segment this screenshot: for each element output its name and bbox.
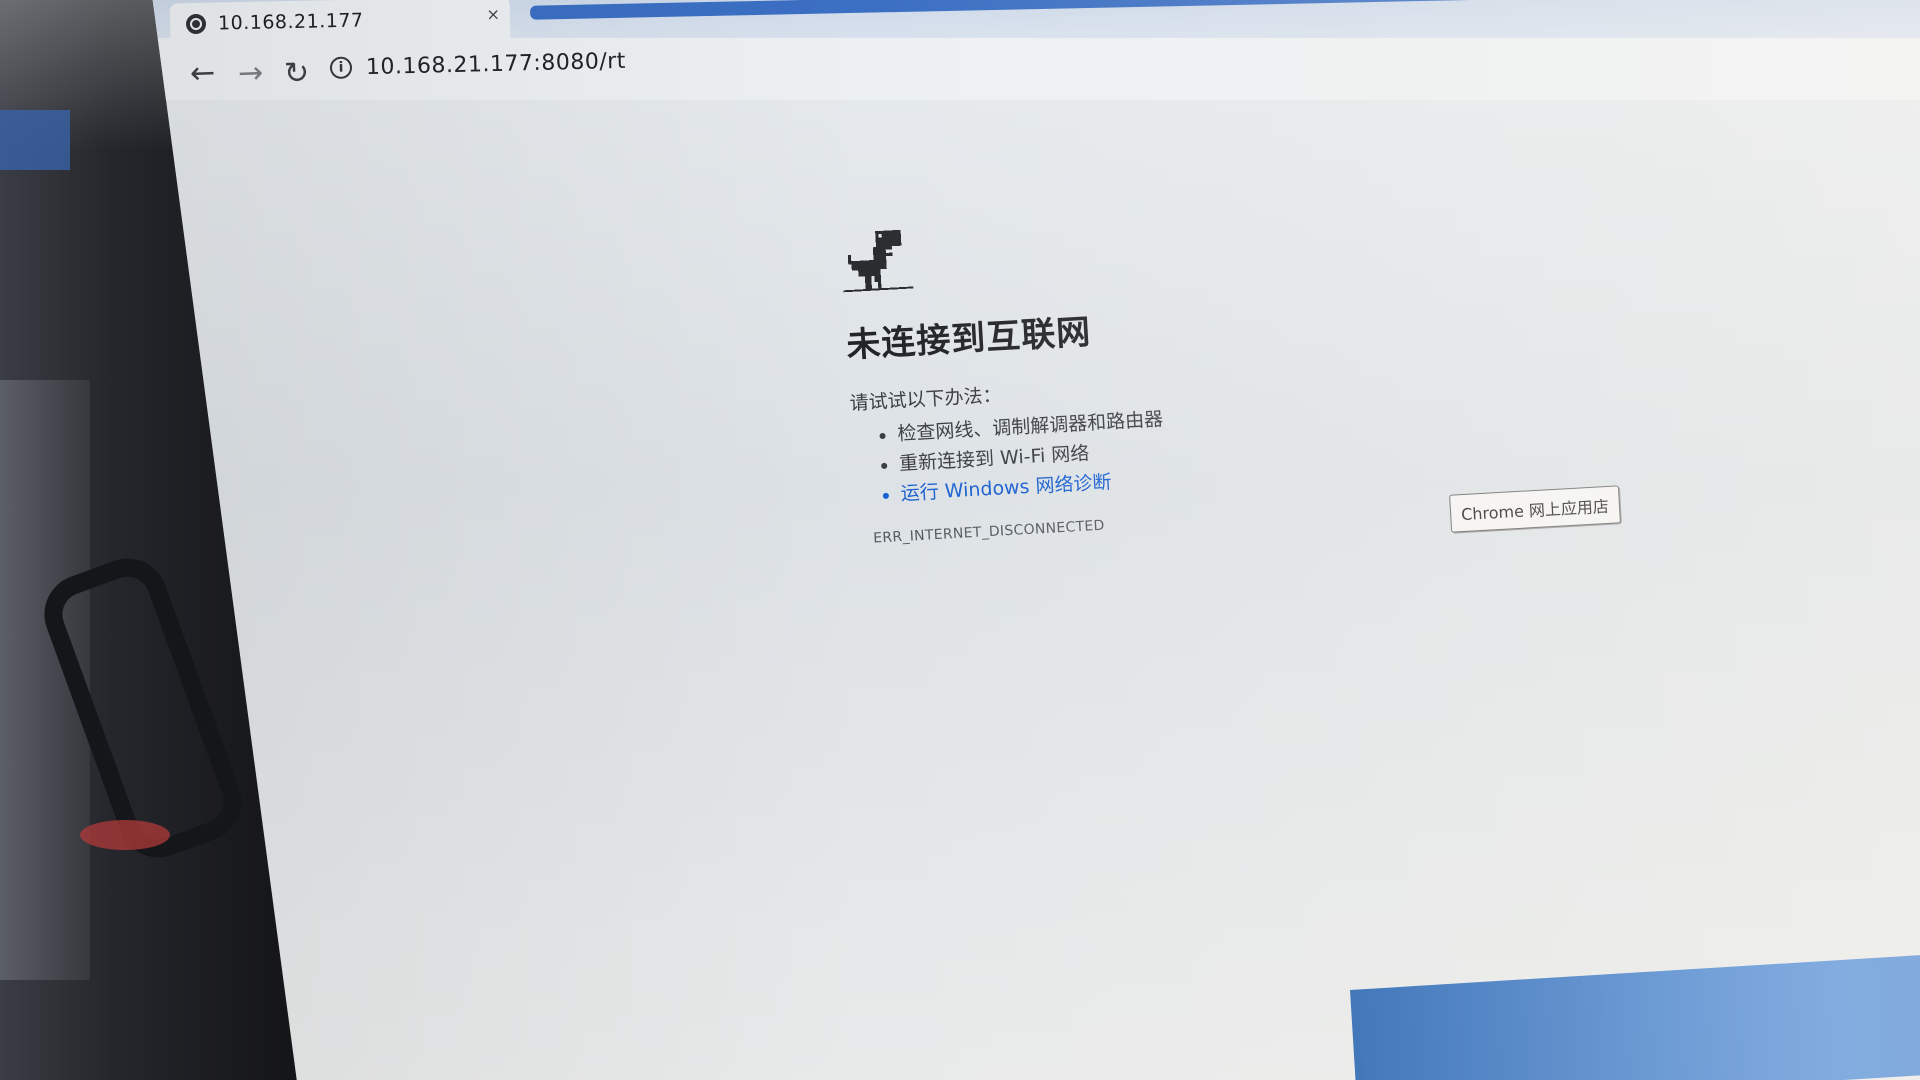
globe-icon [185,13,207,35]
tab-title: 10.168.21.177 [217,9,364,35]
background-object [80,820,170,850]
dinosaur-icon [843,229,914,293]
background-object [0,110,70,170]
monitor-screen: 10.168.21.177 × ← → ↻ i 10.168.21.177:80… [150,0,1920,1080]
photo-scene: 10.168.21.177 × ← → ↻ i 10.168.21.177:80… [0,0,1920,1080]
url-text[interactable]: 10.168.21.177:8080/rt [366,48,626,79]
reload-icon[interactable]: ↻ [283,56,309,92]
browser-toolbar: ← → ↻ i 10.168.21.177:8080/rt [150,38,1920,100]
chrome-web-store-button[interactable]: Chrome 网上应用店 [1449,485,1621,533]
browser-window: 10.168.21.177 × ← → ↻ i 10.168.21.177:80… [150,0,1920,1080]
back-arrow-icon[interactable]: ← [189,56,215,92]
close-icon[interactable]: × [486,5,500,24]
forward-arrow-icon[interactable]: → [237,56,263,92]
info-icon[interactable]: i [329,56,353,79]
windows-taskbar [1350,941,1920,1080]
